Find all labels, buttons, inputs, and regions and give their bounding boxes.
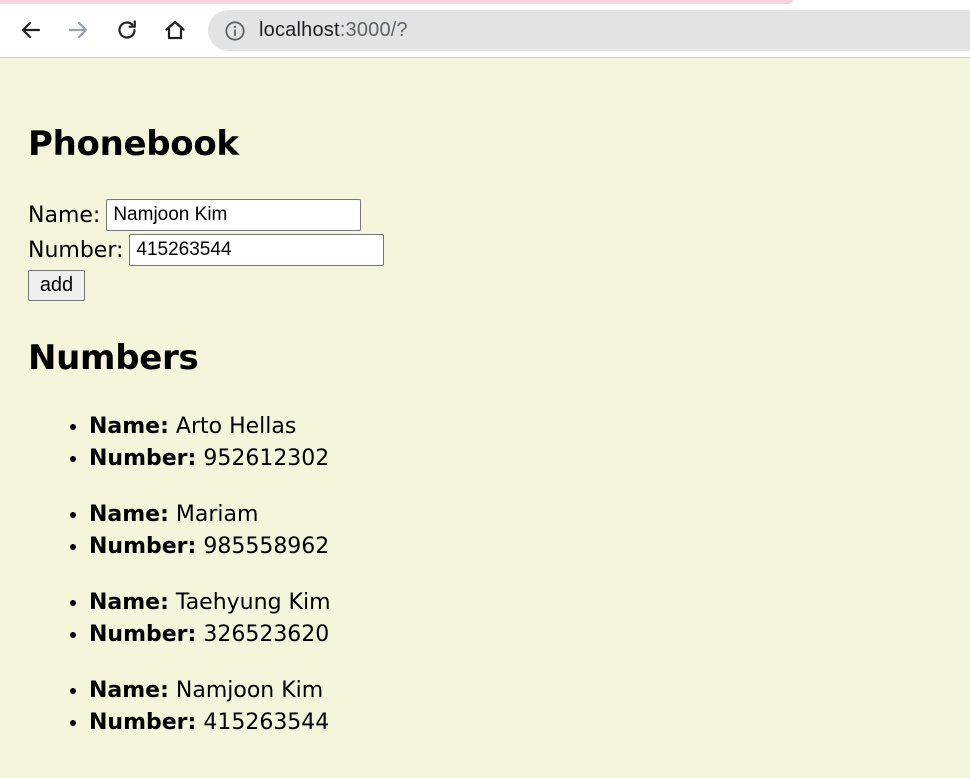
entry-number-value: 952612302 [203,446,330,471]
name-input[interactable] [106,199,362,231]
entry-name-value: Taehyung Kim [175,590,331,615]
entry-name-label: Name: [89,414,169,439]
entry-number-value: 415263544 [203,710,330,735]
browser-toolbar: localhost:3000/? [0,0,970,58]
list-item: Name: Mariam Number: 985558962 [28,499,628,563]
forward-button[interactable] [60,12,96,48]
reload-button[interactable] [109,12,145,48]
entry-number-label: Number: [89,710,197,735]
entry-name: Name: Mariam [89,499,628,531]
tab-strip [0,0,793,4]
arrow-right-icon [68,21,88,39]
entry-number-label: Number: [89,622,197,647]
entry-number-value: 985558962 [203,534,330,559]
numbers-list: Name: Arto Hellas Number: 952612302 Name… [28,411,628,763]
list-item: Name: Arto Hellas Number: 952612302 [28,411,628,475]
url-text[interactable]: localhost:3000/? [259,19,408,42]
entry-name-label: Name: [89,590,169,615]
entry-name-value: Arto Hellas [175,414,297,439]
home-icon [165,20,185,40]
number-label: Number: [28,237,124,263]
url-host: localhost [259,19,340,41]
entry-name-value: Namjoon Kim [175,678,324,703]
add-button[interactable]: add [28,270,85,301]
page-title: Phonebook [28,124,239,164]
name-row: Name: [28,199,362,231]
entry-number: Number: 415263544 [89,707,628,739]
entry-name: Name: Arto Hellas [89,411,628,443]
entry-name: Name: Taehyung Kim [89,587,628,619]
back-button[interactable] [13,12,49,48]
number-row: Number: [28,234,385,266]
entry-number-value: 326523620 [203,622,330,647]
entry-name-value: Mariam [175,502,259,527]
name-label: Name: [28,202,101,228]
list-item: Name: Namjoon Kim Number: 415263544 [28,675,628,739]
entry-number: Number: 985558962 [89,531,628,563]
entry-number: Number: 326523620 [89,619,628,651]
reload-icon [118,20,136,39]
entry-name-label: Name: [89,502,169,527]
entry-number-label: Number: [89,446,197,471]
info-icon[interactable] [224,20,246,42]
url-path: :3000/? [339,19,408,41]
numbers-heading: Numbers [28,338,199,378]
entry-name-label: Name: [89,678,169,703]
entry-number: Number: 952612302 [89,443,628,475]
arrow-left-icon [21,21,41,39]
number-input[interactable] [129,234,385,266]
entry-number-label: Number: [89,534,197,559]
address-bar[interactable]: localhost:3000/? [208,10,970,51]
entry-name: Name: Namjoon Kim [89,675,628,707]
list-item: Name: Taehyung Kim Number: 326523620 [28,587,628,651]
home-button[interactable] [157,12,193,48]
